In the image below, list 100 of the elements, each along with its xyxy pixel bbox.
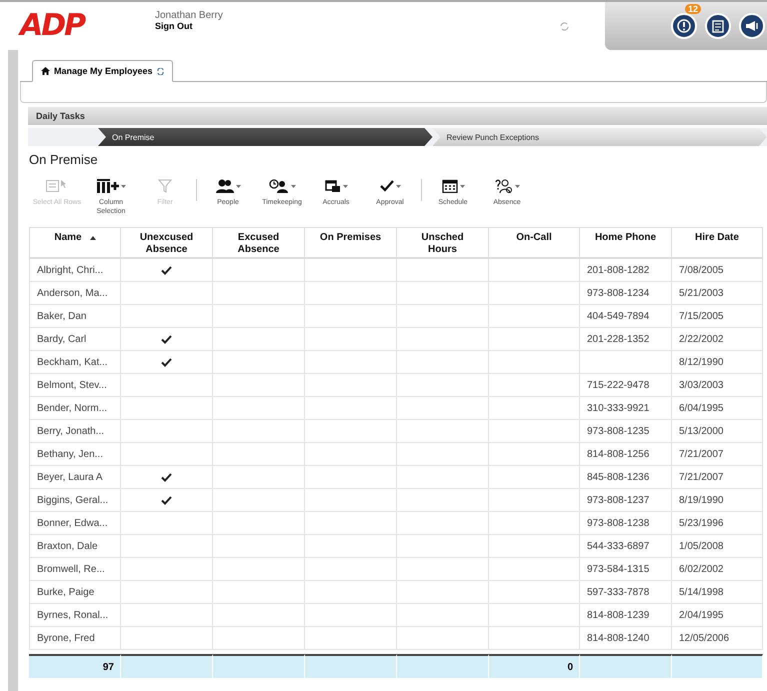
page-title: On Premise [29,152,99,167]
total-cell: 0 [489,654,580,678]
table-cell: 6/02/2002 [672,558,763,581]
table-cell: Biggins, Geral... [29,489,121,512]
table-cell: 973-808-1237 [580,489,672,512]
document-button[interactable] [705,13,731,39]
table-cell: 201-808-1282 [580,259,672,282]
column-title: Name [54,232,82,244]
table-cell: 310-333-9921 [580,397,672,420]
caret-icon [460,184,464,188]
table-cell: 2/22/2002 [672,328,763,351]
table-cell: 12/05/2006 [672,627,763,650]
table-cell: 5/13/2000 [672,420,763,443]
clock-person-icon [268,179,288,193]
home-icon [41,67,50,75]
table-cell: 597-333-7878 [580,581,672,604]
tab[interactable]: Manage My Employees [32,60,173,82]
megaphone-button[interactable] [739,13,765,39]
table-cell: 2/04/1995 [672,604,763,627]
people-icon [216,179,234,193]
alert-button[interactable] [671,13,697,39]
caret-icon [290,184,296,188]
sign-out-link[interactable]: Sign Out [155,21,560,31]
table-cell: Bromwell, Re... [29,558,121,581]
refresh-icon [156,68,164,74]
table-cell: Baker, Dan [29,305,121,328]
column-header[interactable]: Home Phone [580,227,672,259]
caret-icon [236,184,240,188]
document-icon [712,20,724,32]
table-cell: Beyer, Laura A [29,466,121,489]
table-cell: Byrnes, Ronal... [29,604,121,627]
table-cell: Bender, Norm... [29,397,121,420]
user-name: Jonathan Berry [155,10,224,21]
column-header[interactable]: On-Call [489,227,580,259]
caret-icon [342,184,348,188]
filter-icon [158,179,172,193]
table-cell: Beckham, Kat... [29,351,121,374]
table-cell: 3/03/2003 [672,374,763,397]
table-cell: Braxton, Dale [29,535,121,558]
alert-icon [677,19,691,33]
list-icon [46,179,68,193]
column-header[interactable]: Unsched Hours [397,227,489,259]
column-title: On-Call [516,232,552,244]
table-cell: 715-222-9478 [580,374,672,397]
table-cell: 7/21/2007 [672,466,763,489]
table-cell: 973-808-1235 [580,420,672,443]
table-cell: 7/21/2007 [672,443,763,466]
absence-icon [494,179,512,193]
table-cell: 8/19/1990 [672,489,763,512]
table-cell: 404-549-7894 [580,305,672,328]
column-header[interactable]: Hire Date [672,227,763,259]
table-cell: 6/04/1995 [672,397,763,420]
checkmark-icon [161,358,172,366]
accruals-icon [324,179,340,193]
calendar-icon [442,179,458,193]
table-cell: 814-808-1239 [580,604,672,627]
column-title: Unsched Hours [420,232,465,256]
column-header[interactable]: Excused Absence [213,227,305,259]
table-cell: 973-584-1315 [580,558,672,581]
table-cell: Berry, Jonath... [29,420,121,443]
columns-icon [96,179,118,193]
column-title: On Premises [320,232,382,244]
table-cell: 973-808-1238 [580,512,672,535]
table-cell: Belmont, Stev... [29,374,121,397]
total-cell: 97 [29,654,121,678]
checkmark-icon [161,334,172,344]
column-header[interactable]: Unexcused Absence [121,227,213,259]
table-cell: 7/08/2005 [672,259,763,282]
table-cell: 7/15/2005 [672,305,763,328]
column-title: Excused Absence [236,232,280,256]
caret-icon [396,184,400,188]
table-cell: Burke, Paige [29,581,121,604]
table-cell: 544-333-6897 [580,535,672,558]
alert-count-badge: 12 [684,4,701,14]
column-title: Unexcused Absence [138,232,194,256]
section-title: Daily Tasks [36,111,85,121]
table-cell: 8/12/1990 [672,351,763,374]
table-cell: 5/21/2003 [672,282,763,305]
table-cell: Bardy, Carl [29,328,121,351]
column-title: Hire Date [695,232,739,244]
caret-icon [514,184,520,188]
table-cell: 1/05/2008 [672,535,763,558]
table-cell: 814-808-1256 [580,443,672,466]
checkmark-icon [161,266,172,274]
step[interactable]: On Premise [98,128,432,146]
adp-logo: ADP [20,11,84,41]
table-cell: 5/14/1998 [672,581,763,604]
table-cell: 201-228-1352 [580,328,672,351]
checkmark-icon [161,496,172,504]
step[interactable]: Review Punch Exceptions [432,128,767,146]
table-cell: Albright, Chri... [29,259,121,282]
table-cell: 814-808-1240 [580,627,672,650]
table-cell: Bonner, Edwa... [29,512,121,535]
table-cell: 845-808-1236 [580,466,672,489]
column-header[interactable]: Name [29,227,121,259]
caret-icon [120,184,126,188]
column-header[interactable]: On Premises [305,227,397,259]
table-cell: Anderson, Ma... [29,282,121,305]
table-cell: 5/23/1996 [672,512,763,535]
table-cell: Bethany, Jen... [29,443,121,466]
